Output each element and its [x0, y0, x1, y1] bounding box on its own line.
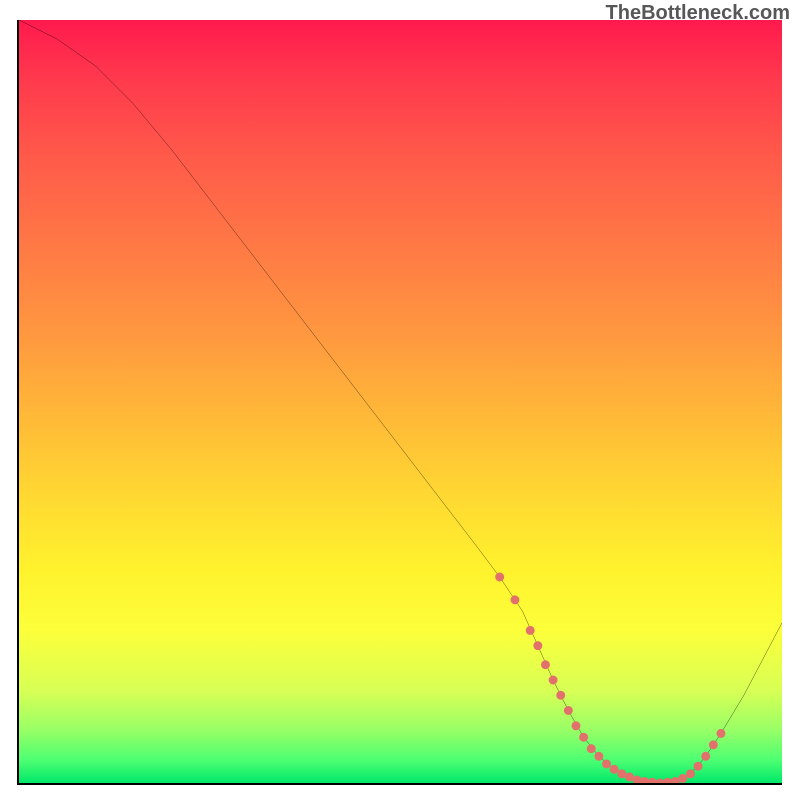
valley-marker	[709, 740, 718, 749]
valley-marker	[610, 765, 619, 774]
curve-layer	[19, 20, 782, 783]
valley-marker	[671, 777, 680, 783]
valley-marker	[678, 774, 687, 783]
valley-marker	[655, 779, 664, 783]
valley-marker	[587, 744, 596, 753]
valley-marker	[701, 752, 710, 761]
valley-marker	[617, 769, 626, 778]
valley-marker	[602, 759, 611, 768]
bottleneck-curve	[19, 20, 782, 783]
plot-area	[17, 20, 782, 785]
valley-marker	[572, 721, 581, 730]
valley-marker	[533, 641, 542, 650]
valley-marker	[663, 778, 672, 783]
valley-marker	[541, 660, 550, 669]
valley-marker	[549, 676, 558, 685]
valley-marker	[594, 752, 603, 761]
valley-marker	[510, 595, 519, 604]
valley-marker	[694, 762, 703, 771]
valley-marker	[648, 778, 657, 783]
valley-marker	[579, 733, 588, 742]
valley-marker	[716, 729, 725, 738]
valley-marker	[495, 573, 504, 582]
valley-marker	[526, 626, 535, 635]
valley-marker	[556, 691, 565, 700]
valley-marker	[625, 772, 634, 781]
chart-canvas: TheBottleneck.com	[0, 0, 800, 800]
valley-marker	[633, 775, 642, 783]
valley-marker	[686, 769, 695, 778]
valley-marker	[564, 706, 573, 715]
valley-marker	[640, 777, 649, 783]
watermark-text: TheBottleneck.com	[606, 2, 790, 25]
